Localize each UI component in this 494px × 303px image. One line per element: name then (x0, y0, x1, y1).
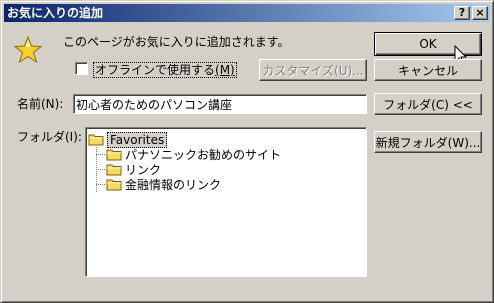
dialog-title: お気に入りの追加 (7, 6, 104, 20)
tree-line (96, 154, 105, 155)
folder-toggle-button-label: フォルダ(C) << (383, 97, 473, 112)
offline-label[interactable]: オフラインで使用する(M) (93, 62, 237, 78)
tree-line (96, 169, 105, 170)
info-message: このページがお気に入りに追加されます。 (63, 35, 290, 49)
cancel-button[interactable]: キャンセル (374, 59, 482, 81)
help-button[interactable]: ? (454, 6, 470, 20)
customize-button-label: カスタマイズ(U)... (262, 63, 364, 78)
folder-label: フォルダ(I): (17, 130, 82, 144)
tree-item-favorites[interactable]: Favorites (88, 131, 168, 148)
tree-item-panasonic[interactable]: パナソニックお勧めのサイト (106, 147, 281, 162)
cancel-button-label: キャンセル (397, 63, 458, 78)
new-folder-button[interactable]: 新規フォルダ(W)... (374, 131, 482, 153)
add-favorite-dialog: お気に入りの追加 ? × このページがお気に入りに追加されます。 オフラインで使… (0, 0, 494, 303)
ok-button-label: OK (419, 37, 437, 51)
tree-line (96, 184, 105, 185)
name-label: 名前(N): (17, 97, 64, 111)
offline-label-text: オフラインで使用する (95, 63, 216, 77)
folder-icon (88, 134, 104, 146)
title-bar[interactable]: お気に入りの追加 ? × (4, 4, 490, 22)
folder-icon (106, 179, 122, 191)
customize-button[interactable]: カスタマイズ(U)... (259, 59, 367, 81)
name-input-box[interactable] (73, 94, 367, 114)
offline-mnemonic: (M) (215, 63, 235, 77)
new-folder-button-label: 新規フォルダ(W)... (375, 135, 481, 150)
close-button[interactable]: × (472, 6, 488, 20)
tree-item-finance[interactable]: 金融情報のリンク (106, 177, 221, 192)
folder-tree[interactable]: Favorites パナソニックお勧めのサイト リンク 金融情報のリンク (85, 127, 367, 277)
tree-item-links[interactable]: リンク (106, 162, 161, 177)
offline-checkbox[interactable] (75, 62, 88, 75)
name-input[interactable] (76, 97, 366, 111)
folder-icon (106, 149, 122, 161)
folder-icon (106, 164, 122, 176)
folder-toggle-button[interactable]: フォルダ(C) << (374, 93, 482, 115)
star-icon (13, 35, 43, 64)
tree-item-label: 金融情報のリンク (125, 178, 222, 192)
